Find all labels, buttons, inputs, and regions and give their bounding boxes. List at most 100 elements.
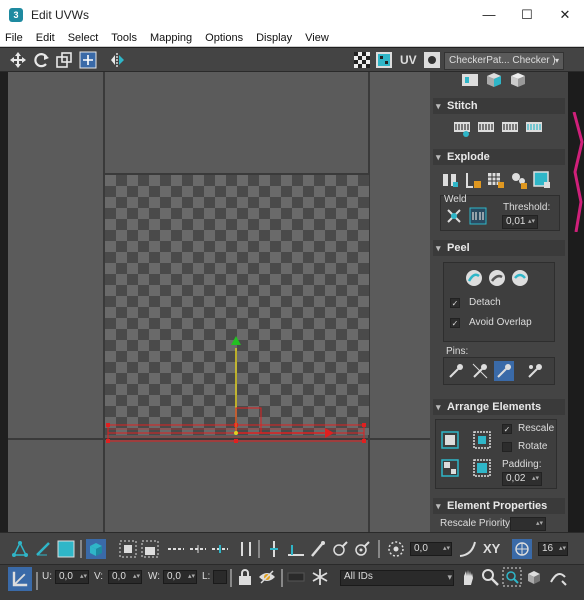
align-icon[interactable]	[484, 72, 504, 90]
pack-rescale-icon[interactable]	[472, 458, 492, 478]
quick-peel-icon[interactable]	[464, 268, 484, 288]
move-icon[interactable]	[8, 50, 28, 70]
rescale-checkbox[interactable]: ✓	[502, 424, 512, 434]
loop-select-icon[interactable]	[166, 539, 186, 559]
align-horizontal-icon[interactable]	[286, 539, 306, 559]
vertex-mode-icon[interactable]	[10, 539, 30, 559]
absolute-offset-icon[interactable]	[8, 567, 32, 591]
brush-falloff-icon[interactable]	[330, 539, 350, 559]
element-mode-icon[interactable]	[86, 539, 106, 559]
grow-selection-icon[interactable]	[118, 539, 138, 559]
stitch-target-icon[interactable]	[500, 118, 520, 138]
pan-icon[interactable]	[458, 567, 478, 587]
rotate-label: Rotate	[518, 441, 548, 452]
rotate-icon[interactable]	[32, 50, 52, 70]
lock-icon[interactable]	[235, 567, 255, 587]
hide-icon[interactable]	[257, 567, 277, 587]
menu-display[interactable]: Display	[256, 32, 292, 44]
ring-grow-icon[interactable]	[236, 539, 256, 559]
uv-viewport[interactable]	[8, 72, 430, 532]
rotate-checkbox[interactable]	[502, 442, 512, 452]
paint-select-icon[interactable]	[308, 539, 328, 559]
loop-grow-icon[interactable]	[188, 539, 208, 559]
weld-target-icon[interactable]	[468, 206, 488, 226]
filter-selected-icon[interactable]	[286, 567, 306, 587]
pack-custom-icon[interactable]	[440, 430, 460, 450]
freeze-icon[interactable]	[310, 567, 330, 587]
zoom-extents-icon[interactable]	[524, 567, 544, 587]
explode-material-icon[interactable]	[486, 170, 506, 190]
show-map-icon[interactable]	[374, 50, 394, 70]
uv-options-icon[interactable]	[422, 50, 442, 70]
arrange-rollout-header[interactable]: Arrange Elements	[433, 399, 565, 415]
menu-options[interactable]: Options	[205, 32, 243, 44]
u-field[interactable]: 0,0 ▴▾	[55, 570, 89, 584]
polygon-mode-icon[interactable]	[56, 539, 76, 559]
align-vertical-icon[interactable]	[264, 539, 284, 559]
v-field[interactable]: 0,0 ▴▾	[108, 570, 142, 584]
shrink-selection-icon[interactable]	[140, 539, 160, 559]
scale-icon[interactable]	[54, 50, 74, 70]
menu-tools[interactable]: Tools	[111, 32, 137, 44]
l-field[interactable]	[213, 570, 227, 584]
xy-label[interactable]: XY	[483, 541, 500, 556]
w-field[interactable]: 0,0 ▴▾	[163, 570, 197, 584]
explode-uvs-icon[interactable]	[532, 170, 552, 190]
peel-mode-icon[interactable]	[487, 268, 507, 288]
edge-mode-icon[interactable]	[33, 539, 53, 559]
pack-together-icon[interactable]	[472, 430, 492, 450]
menu-edit[interactable]: Edit	[36, 32, 55, 44]
avoid-overlap-checkbox[interactable]: ✓	[450, 318, 460, 328]
zoom-icon[interactable]	[480, 567, 500, 587]
grid-snap-icon[interactable]	[512, 539, 532, 559]
app-icon: 3	[9, 8, 23, 22]
transform-gizmo[interactable]	[8, 72, 430, 532]
maximize-button[interactable]: ☐	[508, 0, 546, 30]
zoom-selected-icon[interactable]	[548, 567, 568, 587]
padding-spinner[interactable]: 0,02 ▴▾	[502, 472, 542, 486]
bottom-toolbar-2: U: 0,0 ▴▾ V: 0,0 ▴▾ W: 0,0 ▴▾ L: All IDs ▾	[0, 564, 584, 600]
panel-scrollbar[interactable]	[568, 72, 584, 532]
brush-size-icon[interactable]	[352, 539, 372, 559]
checker-toggle-icon[interactable]	[352, 50, 372, 70]
peel-rollout-header[interactable]: Peel	[433, 240, 565, 256]
pack-normalize-icon[interactable]	[440, 458, 460, 478]
explode-rollout-header[interactable]: Explode	[433, 149, 565, 165]
ids-dropdown[interactable]: All IDs ▾	[340, 570, 454, 586]
minimize-button[interactable]: —	[470, 0, 508, 30]
menu-select[interactable]: Select	[68, 32, 99, 44]
falloff-curve-icon[interactable]	[458, 539, 478, 559]
grid-value-field[interactable]: 16 ▴▾	[538, 542, 568, 556]
menu-file[interactable]: File	[5, 32, 23, 44]
pin-icon[interactable]	[446, 361, 466, 381]
auto-pin-icon[interactable]	[525, 361, 545, 381]
box-map-icon[interactable]	[508, 72, 528, 90]
rescale-priority-spinner[interactable]: ▴▾	[510, 517, 546, 531]
stitch-average-icon[interactable]	[524, 118, 544, 138]
stitch-custom-icon[interactable]	[452, 118, 472, 138]
edit-pins-icon[interactable]	[494, 361, 514, 381]
menu-view[interactable]: View	[305, 32, 329, 44]
soft-select-icon[interactable]	[386, 539, 406, 559]
uv-label: UV	[400, 53, 417, 67]
stitch-rollout-header[interactable]: Stitch	[433, 98, 565, 114]
menu-mapping[interactable]: Mapping	[150, 32, 192, 44]
close-button[interactable]: ✕	[546, 0, 584, 30]
weld-selected-icon[interactable]	[444, 206, 464, 226]
element-properties-rollout-header[interactable]: Element Properties	[433, 498, 565, 514]
explode-smoothing-icon[interactable]	[463, 170, 483, 190]
detach-checkbox[interactable]: ✓	[450, 298, 460, 308]
stitch-source-icon[interactable]	[476, 118, 496, 138]
unpin-icon[interactable]	[470, 361, 490, 381]
break-icon[interactable]	[440, 170, 460, 190]
freeform-icon[interactable]	[78, 50, 98, 70]
quick-transform-icon[interactable]	[460, 72, 480, 90]
threshold-spinner[interactable]: 0,01 ▴▾	[502, 215, 538, 229]
peel-reset-icon[interactable]	[510, 268, 530, 288]
texture-dropdown[interactable]: CheckerPat... Checker ) ▾	[444, 52, 564, 70]
zoom-region-icon[interactable]	[502, 567, 522, 587]
explode-flatten-icon[interactable]	[509, 170, 529, 190]
falloff-field[interactable]: 0,0 ▴▾	[410, 542, 452, 556]
ring-select-icon[interactable]	[210, 539, 230, 559]
mirror-icon[interactable]	[108, 50, 128, 70]
